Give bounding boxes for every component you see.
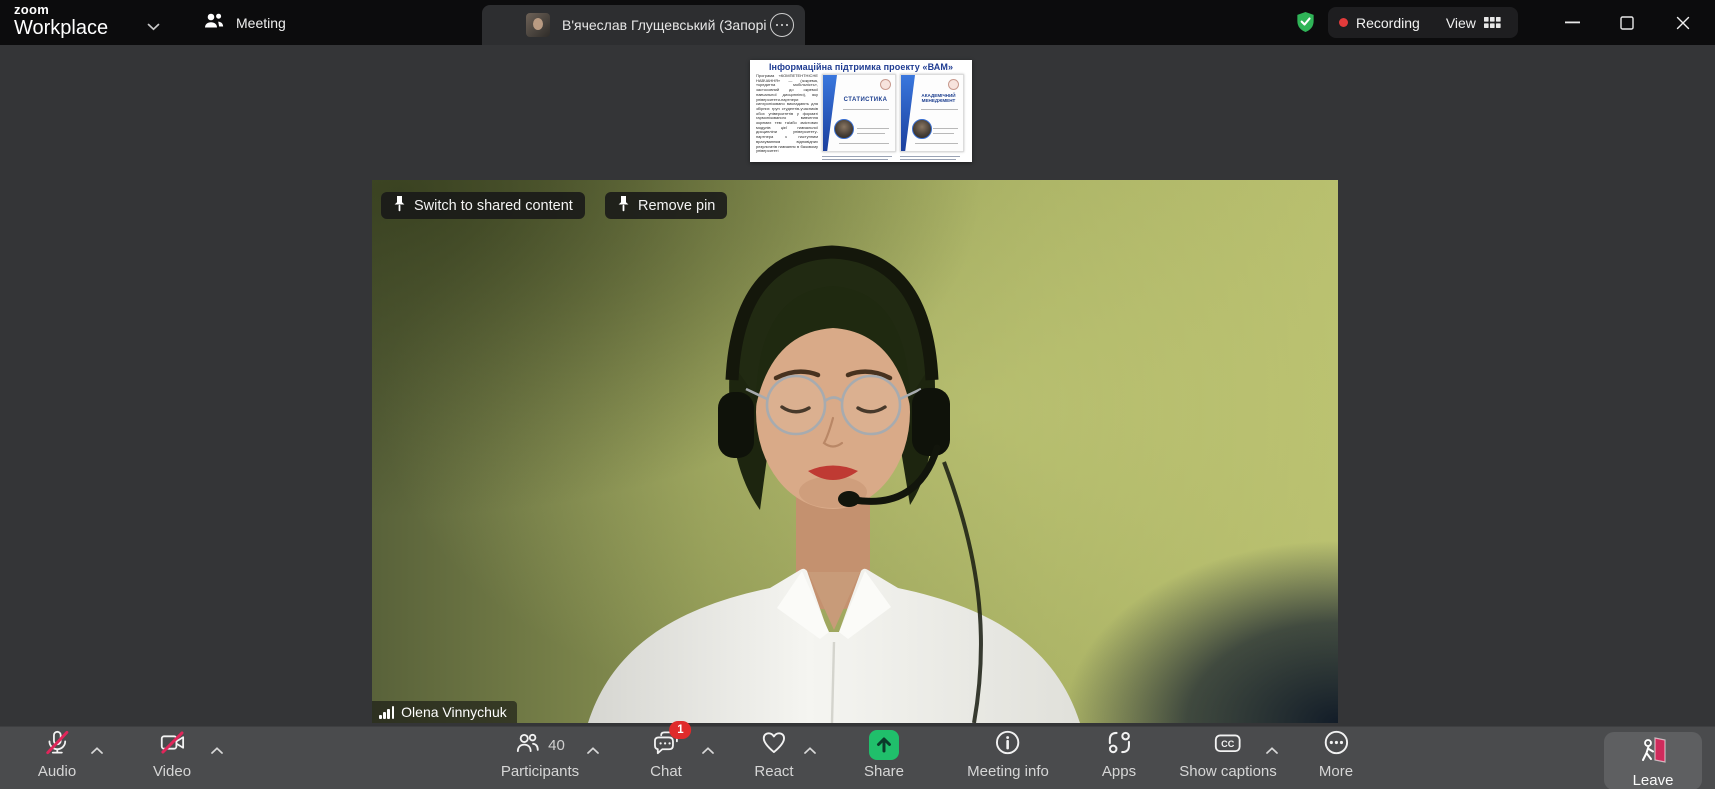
- apps-button[interactable]: Apps: [1102, 731, 1136, 780]
- video-options-chevron-icon[interactable]: [211, 741, 223, 759]
- lecturer-photo: [834, 119, 854, 139]
- title-bar: zoom Workplace Meeting В'ячеслав Глущевс…: [0, 0, 1715, 45]
- meeting-info-label: Meeting info: [967, 763, 1049, 780]
- audio-button[interactable]: Audio: [38, 731, 76, 780]
- people-icon: [202, 9, 226, 36]
- recording-view-pill: Recording View: [1328, 7, 1518, 38]
- react-button[interactable]: React: [754, 731, 793, 780]
- participant-webcam-graphic: [372, 180, 1338, 723]
- leave-meeting-icon: [1638, 736, 1668, 769]
- window-minimize-button[interactable]: [1550, 0, 1594, 45]
- chat-label: Chat: [650, 763, 682, 780]
- participants-button[interactable]: 40 Participants: [501, 731, 579, 780]
- certificate-caption: [900, 154, 964, 162]
- video-button[interactable]: Video: [153, 731, 191, 780]
- participants-count: 40: [548, 737, 565, 754]
- participants-options-chevron-icon[interactable]: [587, 741, 599, 759]
- logo-workplace-text: Workplace: [14, 18, 108, 38]
- participant-name-tag: Olena Vinnychuk: [372, 701, 517, 723]
- ribbon-graphic: [901, 75, 915, 151]
- recording-dot-icon: [1339, 18, 1348, 27]
- audio-label: Audio: [38, 763, 76, 780]
- cc-icon: CC: [1214, 730, 1243, 761]
- shared-content-thumbnail[interactable]: Інформаційна підтримка проекту «ВАМ» Про…: [750, 60, 972, 162]
- tab-ellipsis-icon[interactable]: [770, 13, 794, 37]
- security-shield-icon[interactable]: [1294, 10, 1317, 39]
- zoom-meeting-window: zoom Workplace Meeting В'ячеслав Глущевс…: [0, 0, 1715, 789]
- camera-off-icon: [159, 729, 186, 761]
- share-button[interactable]: Share: [864, 731, 904, 780]
- react-options-chevron-icon[interactable]: [804, 741, 816, 759]
- audio-options-chevron-icon[interactable]: [91, 741, 103, 759]
- info-icon: [995, 729, 1022, 761]
- apps-icon: [1105, 729, 1132, 761]
- tab-participant-video[interactable]: В'ячеслав Глущевський (Запоріз: [482, 5, 805, 45]
- recording-label[interactable]: Recording: [1356, 15, 1420, 31]
- chat-options-chevron-icon[interactable]: [702, 741, 714, 759]
- window-maximize-button[interactable]: [1605, 0, 1649, 45]
- heart-icon: [761, 729, 788, 761]
- pin-icon: [617, 195, 630, 216]
- remove-pin-label: Remove pin: [638, 198, 715, 214]
- slide-title: Інформаційна підтримка проекту «ВАМ»: [750, 62, 972, 72]
- remove-pin-button[interactable]: Remove pin: [605, 192, 727, 219]
- pinned-video-tile[interactable]: Switch to shared content Remove pin Olen…: [372, 180, 1338, 723]
- certificate-statistics: СТАТИСТИКА: [822, 74, 896, 152]
- captions-label: Show captions: [1179, 763, 1277, 780]
- zoom-workplace-logo: zoom Workplace: [14, 3, 108, 38]
- logo-zoom-text: zoom: [14, 3, 108, 16]
- more-label: More: [1319, 763, 1353, 780]
- chat-button[interactable]: 1 Chat: [650, 731, 682, 780]
- switch-button-label: Switch to shared content: [414, 198, 573, 214]
- certificate-management: АКАДЕМІЧНИЙ МЕНЕДЖМЕНТ: [900, 74, 964, 152]
- pin-icon: [393, 195, 406, 216]
- switch-to-shared-content-button[interactable]: Switch to shared content: [381, 192, 585, 219]
- ribbon-graphic: [823, 75, 837, 151]
- participant-name: Olena Vinnychuk: [401, 704, 507, 720]
- audio-level-icon: [379, 706, 394, 719]
- certificate-title: АКАДЕМІЧНИЙ МЕНЕДЖМЕНТ: [917, 93, 960, 104]
- react-label: React: [754, 763, 793, 780]
- meeting-tab-label: Meeting: [236, 15, 286, 31]
- participant-tab-label: В'ячеслав Глущевський (Запоріз: [562, 5, 766, 45]
- window-close-button[interactable]: [1661, 0, 1705, 45]
- chat-icon: 1: [653, 729, 680, 761]
- view-button[interactable]: View: [1446, 15, 1476, 31]
- leave-button[interactable]: Leave: [1604, 732, 1702, 789]
- certificate-caption: [822, 154, 896, 162]
- apps-label: Apps: [1102, 763, 1136, 780]
- meeting-toolbar: Audio Video: [0, 726, 1715, 789]
- participant-avatar: [526, 13, 550, 37]
- chevron-down-icon[interactable]: [147, 18, 160, 36]
- more-ellipsis-icon: [1323, 729, 1350, 761]
- captions-options-chevron-icon[interactable]: [1266, 741, 1278, 759]
- seal-icon: [880, 79, 891, 90]
- meeting-info-button[interactable]: Meeting info: [967, 731, 1049, 780]
- more-button[interactable]: More: [1319, 731, 1353, 780]
- seal-icon: [948, 79, 959, 90]
- cc-glyph: CC: [1221, 738, 1235, 748]
- show-captions-button[interactable]: CC Show captions: [1179, 731, 1277, 780]
- participants-icon: [515, 730, 541, 761]
- tab-meeting[interactable]: Meeting: [202, 0, 286, 45]
- lecturer-photo: [912, 119, 932, 139]
- video-label: Video: [153, 763, 191, 780]
- certificate-title: СТАТИСТИКА: [839, 97, 892, 103]
- gallery-grid-icon[interactable]: [1484, 16, 1501, 30]
- chat-unread-badge: 1: [670, 721, 692, 739]
- share-label: Share: [864, 763, 904, 780]
- mic-muted-icon: [44, 729, 71, 761]
- leave-label: Leave: [1633, 772, 1674, 789]
- slide-body-text: Програма «КОМПЕТЕНТНІСНЕ НАВЧАННЯ» — (зо…: [756, 74, 818, 156]
- participants-label: Participants: [501, 763, 579, 780]
- share-screen-icon: [869, 730, 899, 760]
